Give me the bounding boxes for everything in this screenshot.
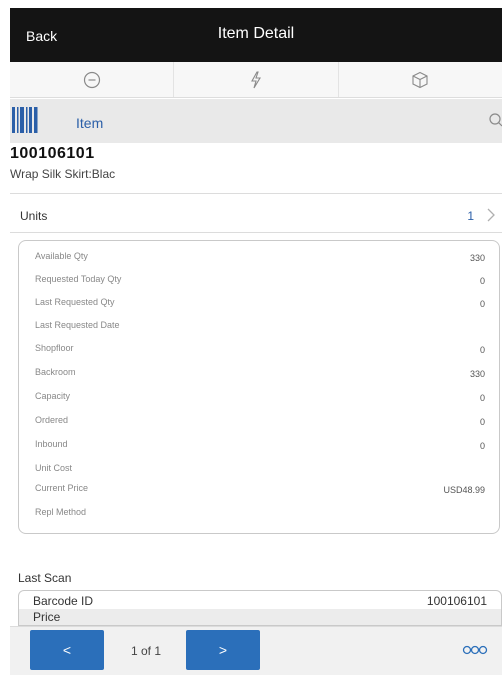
detail-row-shopfloor: Shopfloor 0 (19, 339, 499, 361)
previous-button[interactable]: < (30, 630, 104, 670)
detail-row-requested-today-qty: Requested Today Qty 0 (19, 270, 499, 292)
minus-circle-icon[interactable] (83, 71, 101, 89)
detail-value: USD48.99 (443, 485, 485, 495)
detail-value: 0 (479, 276, 485, 286)
units-row[interactable]: Units 1 (10, 200, 502, 232)
next-button[interactable]: > (186, 630, 260, 670)
scan-bar[interactable]: Item (10, 99, 502, 143)
detail-row-unit-cost: Unit Cost (19, 459, 499, 481)
detail-row-last-requested-qty: Last Requested Qty 0 (19, 293, 499, 315)
scan-input-label[interactable]: Item (76, 115, 103, 131)
chevron-right-icon (487, 208, 495, 222)
detail-label: Inbound (35, 439, 68, 449)
detail-row-repl-method: Repl Method (19, 503, 499, 525)
barcode-value: 100106101 (426, 594, 487, 608)
detail-label: Ordered (35, 415, 69, 425)
detail-value: 0 (479, 393, 485, 403)
cube-icon[interactable] (411, 71, 429, 89)
detail-value: 330 (469, 253, 485, 263)
barcode-row: Barcode ID 100106101 (19, 591, 501, 609)
detail-label: Last Requested Qty (35, 297, 115, 307)
detail-value: 0 (479, 299, 485, 309)
item-description: Wrap Silk Skirt:Blac (10, 167, 116, 181)
detail-label: Repl Method (35, 507, 87, 517)
price-row: Price (19, 609, 501, 625)
detail-label: Current Price (35, 483, 89, 493)
detail-label: Last Requested Date (35, 320, 120, 330)
detail-row-available-qty: Available Qty 330 (19, 247, 499, 269)
footer-bar: < 1 of 1 > (10, 626, 502, 675)
detail-label: Backroom (35, 367, 76, 377)
page-title: Item Detail (217, 25, 295, 42)
detail-label: Shopfloor (35, 343, 74, 353)
price-label: Price (33, 610, 61, 624)
lightning-icon[interactable] (249, 70, 263, 89)
detail-value: 0 (479, 417, 485, 427)
units-label: Units (20, 209, 48, 223)
units-value: 1 (467, 209, 474, 223)
detail-label: Capacity (35, 391, 71, 401)
detail-row-inbound: Inbound 0 (19, 435, 499, 457)
detail-row-last-requested-date: Last Requested Date (19, 316, 499, 338)
detail-row-capacity: Capacity 0 (19, 387, 499, 409)
more-options-icon[interactable] (462, 643, 488, 657)
detail-row-ordered: Ordered 0 (19, 411, 499, 433)
detail-label: Requested Today Qty (35, 274, 122, 284)
detail-value: 0 (479, 345, 485, 355)
detail-label: Available Qty (35, 251, 88, 261)
toolbar-cell-2[interactable] (174, 62, 339, 97)
item-id: 100106101 (10, 145, 95, 162)
detail-value: 0 (479, 441, 485, 451)
detail-value: 330 (469, 369, 485, 379)
divider (10, 193, 502, 194)
last-scan-label: Last Scan (18, 571, 72, 585)
action-toolbar (10, 62, 502, 98)
detail-label: Unit Cost (35, 463, 73, 473)
detail-row-backroom: Backroom 330 (19, 363, 499, 385)
title-bar: Back Item Detail (10, 8, 502, 62)
barcode-icon[interactable] (12, 107, 38, 133)
detail-row-current-price: Current Price USD48.99 (19, 479, 499, 501)
barcode-label: Barcode ID (33, 594, 94, 608)
last-scan-card: Barcode ID 100106101 Price (18, 590, 502, 626)
toolbar-cell-1[interactable] (10, 62, 175, 97)
page-indicator: 1 of 1 (130, 644, 162, 658)
toolbar-cell-3[interactable] (339, 62, 502, 97)
divider (10, 232, 502, 233)
search-icon[interactable] (486, 112, 502, 128)
item-details-card: Available Qty 330 Requested Today Qty 0 … (18, 240, 500, 534)
